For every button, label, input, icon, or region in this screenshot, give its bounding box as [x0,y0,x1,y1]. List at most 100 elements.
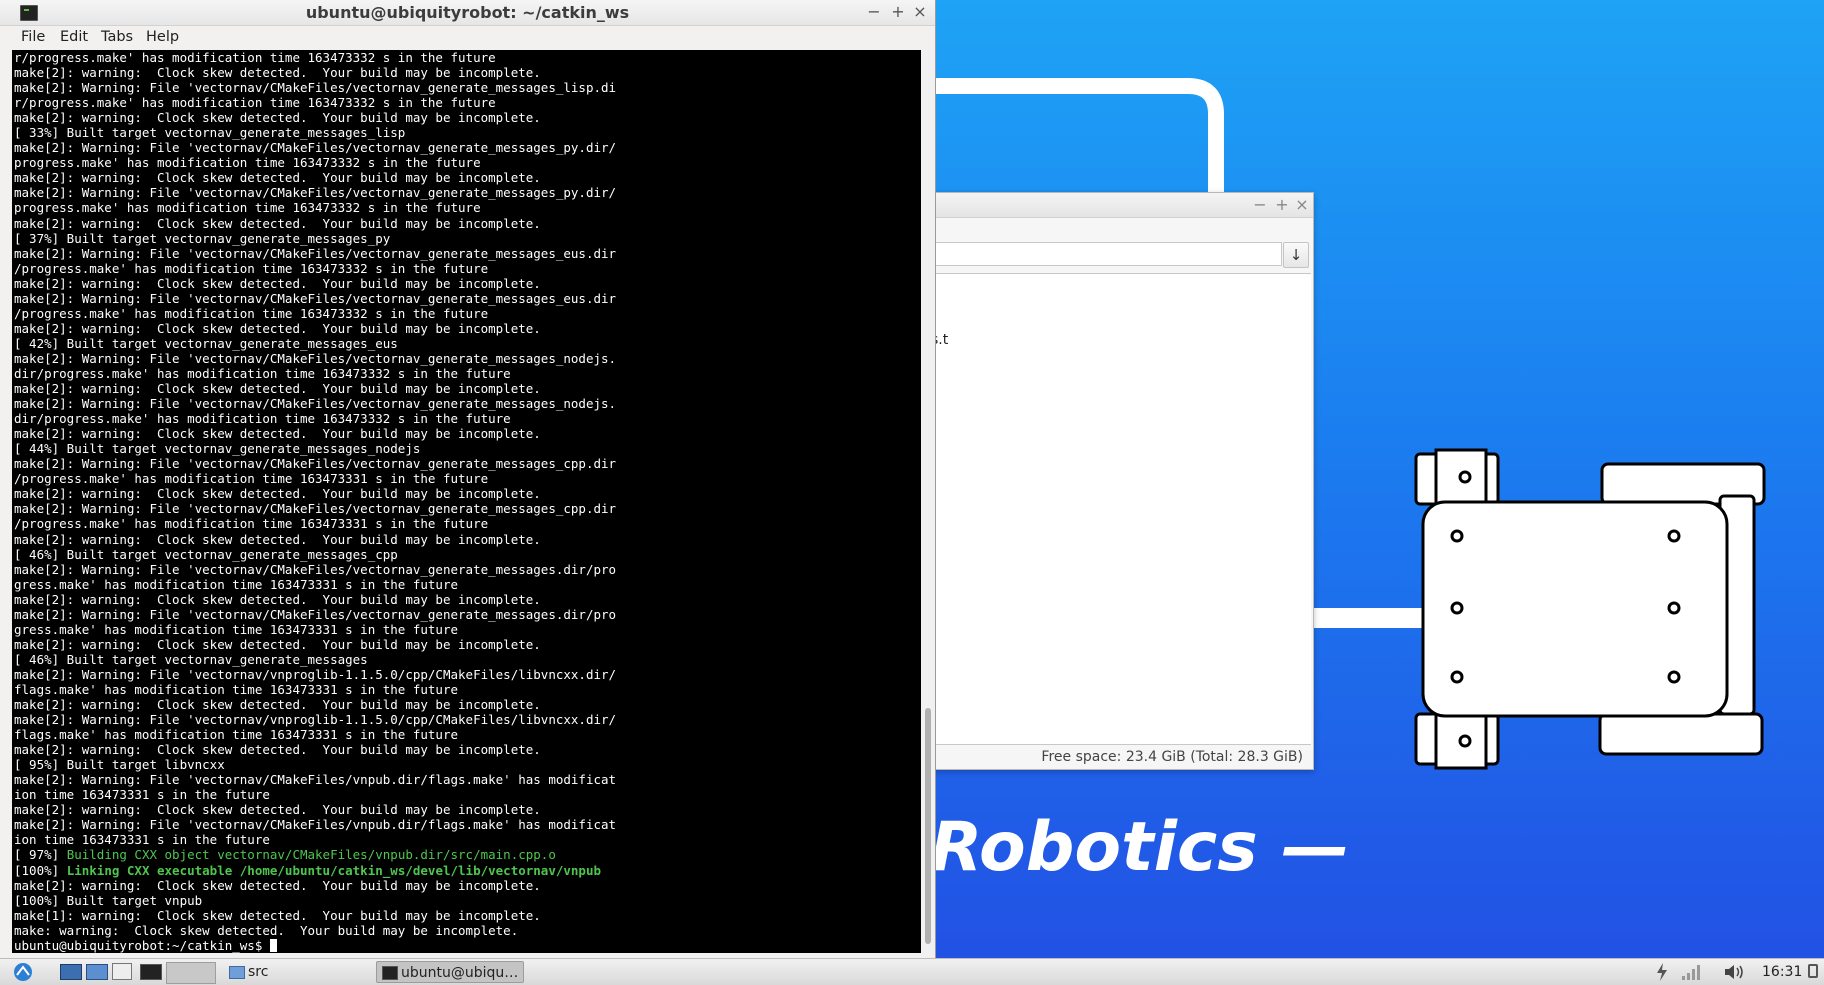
terminal-line: make[2]: Warning: File 'vectornav/CMakeF… [14,561,617,577]
terminal-line: make[2]: Warning: File 'vectornav/CMakeF… [14,245,617,261]
terminal-line: make[2]: warning: Clock skew detected. Y… [14,215,541,231]
terminal-line: make[2]: warning: Clock skew detected. Y… [14,110,541,126]
terminal-line: /progress.make' has modification time 16… [14,471,489,487]
terminal-line: make[2]: warning: Clock skew detected. Y… [14,275,541,291]
terminal-line: ubuntu@ubiquityrobot:~/catkin_ws$ [14,938,616,953]
terminal-line: make: warning: Clock skew detected. Your… [14,922,519,938]
terminal-icon [382,966,398,980]
terminal-line: r/progress.make' has modification time 1… [14,95,496,111]
window-title: ubuntu@ubiquityrobot: ~/catkin_ws [305,3,630,22]
task-label: ubuntu@ubiqu… [401,965,519,981]
go-button[interactable]: ↓ [1283,242,1309,268]
terminal-line: make[2]: warning: Clock skew detected. Y… [14,802,541,818]
terminal-line: /progress.make' has modification time 16… [14,260,489,276]
menu-logo-icon[interactable] [10,961,36,983]
terminal-line: make[2]: Warning: File 'vectornav/CMakeF… [14,350,617,366]
text-editor-launcher-icon[interactable] [112,963,132,980]
menu-tabs[interactable]: Tabs [101,25,133,50]
link-message: Linking CXX executable /home/ubuntu/catk… [66,862,602,878]
terminal-line: ion time 163473331 s in the future [14,832,270,848]
terminal-line: make[2]: Warning: File 'vectornav/CMakeF… [14,772,617,788]
wallpaper-track-line [930,78,1224,200]
close-button[interactable]: × [911,2,929,22]
terminal-line: ion time 163473331 s in the future [14,787,270,803]
terminal-line: dir/progress.make' has modification time… [14,365,511,381]
text-cursor [269,938,277,952]
status-bar: Free space: 23.4 GiB (Total: 28.3 GiB) [1041,749,1303,765]
terminal-line: make[2]: warning: Clock skew detected. Y… [14,877,541,893]
workspace-switcher[interactable] [166,962,216,984]
taskbar: src ubuntu@ubiqu… 16:31 [0,958,1824,985]
volume-icon[interactable] [1722,961,1746,983]
scrollbar-thumb[interactable] [925,708,931,944]
folder-icon [229,966,245,979]
terminal-line: [ 46%] Built target vectornav_generate_m… [14,651,368,667]
close-button[interactable]: × [1293,195,1311,215]
terminal-line: make[2]: Warning: File 'vectornav/CMakeF… [14,606,617,622]
file-list[interactable]: s.t [931,273,1311,745]
terminal-line: progress.make' has modification time 163… [14,200,481,216]
terminal-line: make[2]: warning: Clock skew detected. Y… [14,742,541,758]
maximize-button[interactable]: + [1273,195,1291,215]
file-manager-launcher-icon[interactable] [86,964,108,980]
terminal-text: r/progress.make' has modification time 1… [14,50,616,953]
scrollbar[interactable] [921,50,935,953]
minimize-button[interactable]: − [1251,195,1269,215]
terminal-line: make[2]: warning: Clock skew detected. Y… [14,170,541,186]
terminal-line: make[2]: Warning: File 'vectornav/CMakeF… [14,501,617,517]
terminal-line: /progress.make' has modification time 16… [14,305,489,321]
build-message: Building CXX object vectornav/CMakeFiles… [66,847,556,863]
minimize-button[interactable]: − [865,2,883,22]
menubar: File Edit Tabs Help [0,25,935,50]
clock[interactable]: 16:31 [1762,961,1802,983]
network-signal-icon[interactable] [1680,961,1704,983]
terminal-line: make[2]: Warning: File 'vectornav/CMakeF… [14,80,617,96]
terminal-titlebar[interactable]: ubuntu@ubiquityrobot: ~/catkin_ws − + × [0,0,935,26]
terminal-line: progress.make' has modification time 163… [14,155,481,171]
show-desktop-icon[interactable] [60,964,82,980]
robot-body [1421,500,1729,718]
terminal-line: gress.make' has modification time 163473… [14,621,459,637]
power-icon[interactable] [1654,961,1670,983]
terminal-launcher-icon[interactable] [140,964,162,980]
terminal-line: /progress.make' has modification time 16… [14,516,489,532]
terminal-line: make[2]: warning: Clock skew detected. Y… [14,65,541,81]
terminal-line: make[2]: Warning: File 'vectornav/vnprog… [14,712,617,728]
logout-icon[interactable] [1808,964,1818,978]
terminal-line: make[2]: Warning: File 'vectornav/CMakeF… [14,456,617,472]
terminal-line: [ 95%] Built target libvncxx [14,757,225,773]
terminal-window[interactable]: ubuntu@ubiquityrobot: ~/catkin_ws − + × … [0,0,936,958]
terminal-line: [ 42%] Built target vectornav_generate_m… [14,335,398,351]
terminal-line: make[1]: warning: Clock skew detected. Y… [14,907,541,923]
robot-illustration [1414,448,1766,770]
terminal-line: [100%] Built target vnpub [14,892,203,908]
terminal-line: make[2]: warning: Clock skew detected. Y… [14,636,541,652]
terminal-line: make[2]: warning: Clock skew detected. Y… [14,697,541,713]
terminal-line: make[2]: warning: Clock skew detected. Y… [14,531,541,547]
menu-help[interactable]: Help [146,25,179,50]
terminal-line: [ 33%] Built target vectornav_generate_m… [14,125,406,141]
terminal-line: make[2]: Warning: File 'vectornav/vnprog… [14,666,617,682]
terminal-line: dir/progress.make' has modification time… [14,411,511,427]
terminal-line: [100%] Linking CXX executable /home/ubun… [14,863,616,878]
file-manager-titlebar[interactable]: − + × [931,193,1313,218]
terminal-line: make[2]: Warning: File 'vectornav/CMakeF… [14,290,617,306]
terminal-line: make[2]: warning: Clock skew detected. Y… [14,486,541,502]
menu-edit[interactable]: Edit [60,25,88,50]
terminal-line: flags.make' has modification time 163473… [14,681,459,697]
file-manager-window[interactable]: − + × ↓ s.t Free space: 23.4 GiB (Total:… [930,192,1314,770]
terminal-line: make[2]: Warning: File 'vectornav/CMakeF… [14,140,617,156]
wallpaper-text: Robotics — [930,808,1350,887]
progress-prefix: [100%] [14,862,67,878]
task-label: src [248,964,269,980]
maximize-button[interactable]: + [889,2,907,22]
terminal-line: [ 46%] Built target vectornav_generate_m… [14,546,398,562]
menu-file[interactable]: File [21,25,45,50]
task-button-src[interactable]: src [224,961,368,983]
terminal-output[interactable]: r/progress.make' has modification time 1… [12,50,921,953]
terminal-line: [ 37%] Built target vectornav_generate_m… [14,230,391,246]
terminal-line: flags.make' has modification time 163473… [14,727,459,743]
terminal-line: [ 97%] Building CXX object vectornav/CMa… [14,847,616,862]
task-button-terminal[interactable]: ubuntu@ubiqu… [376,961,524,983]
path-input[interactable] [931,242,1282,266]
